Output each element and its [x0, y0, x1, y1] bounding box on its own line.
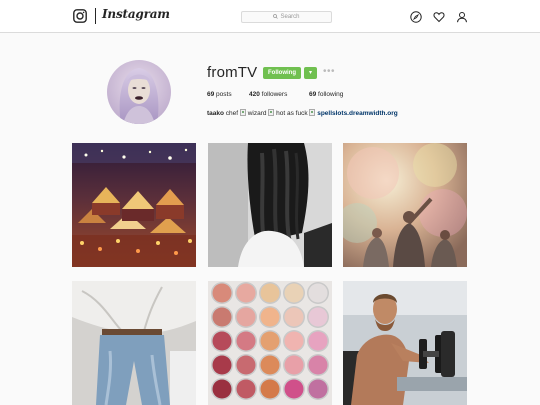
eyeshadow-pan	[260, 379, 280, 399]
following-label: following	[318, 91, 344, 98]
post-thumbnail-color-powder[interactable]	[343, 143, 467, 267]
post-thumbnail-eyeshadow-palette[interactable]	[208, 281, 332, 405]
broken-image-icon	[268, 109, 275, 116]
profile-avatar[interactable]	[107, 60, 171, 124]
instagram-camera-icon[interactable]	[73, 9, 87, 23]
eyeshadow-pan	[260, 307, 280, 327]
eyeshadow-pan	[284, 307, 304, 327]
logo-divider	[95, 8, 96, 24]
eyeshadow-pan	[212, 307, 232, 327]
eyeshadow-pan	[236, 355, 256, 375]
instagram-wordmark[interactable]: Instagram	[102, 7, 170, 21]
top-nav-bar: Instagram Search	[0, 0, 540, 33]
followers-label: followers	[261, 91, 288, 98]
chevron-down-icon: ▾	[308, 70, 312, 76]
posts-count-stat: 69 posts	[207, 91, 232, 98]
eyeshadow-pan	[260, 331, 280, 351]
eyeshadow-pan	[236, 307, 256, 327]
eyeshadow-pan	[212, 283, 232, 303]
eyeshadow-pan	[260, 283, 280, 303]
eyeshadow-pan	[212, 331, 232, 351]
profile-icon[interactable]	[456, 11, 468, 23]
followers-count: 420	[249, 91, 260, 98]
post-thumbnail-denim-fashion[interactable]	[72, 281, 196, 405]
following-button[interactable]: Following	[263, 67, 301, 79]
search-icon	[273, 14, 279, 19]
suggestions-dropdown-button[interactable]: ▾	[304, 67, 317, 79]
broken-image-icon	[239, 109, 246, 116]
eyeshadow-pan	[236, 331, 256, 351]
eyeshadow-pan	[284, 355, 304, 375]
post-thumbnail-night-market[interactable]	[72, 143, 196, 267]
broken-image-icon	[309, 109, 316, 116]
followers-stat[interactable]: 420 followers	[249, 91, 287, 98]
eyeshadow-pan	[236, 379, 256, 399]
post-thumbnail-dreadlocks[interactable]	[208, 143, 332, 267]
posts-count: 69	[207, 91, 215, 98]
bio-full-name: taako	[207, 110, 224, 117]
profile-bio: taako chef wizard hot as fuck spellslots…	[207, 109, 398, 117]
post-thumbnail-dumbbell-workout[interactable]	[343, 281, 467, 405]
following-count: 69	[309, 91, 317, 98]
eyeshadow-pan	[308, 307, 328, 327]
eyeshadow-pan	[212, 379, 232, 399]
eyeshadow-pan	[308, 379, 328, 399]
bio-website-link[interactable]: spellslots.dreamwidth.org	[317, 110, 398, 117]
search-placeholder: Search	[280, 14, 300, 20]
bio-text-chef: chef	[225, 110, 239, 117]
eyeshadow-pan	[308, 283, 328, 303]
eyeshadow-pan	[284, 379, 304, 399]
eyeshadow-pan	[308, 355, 328, 375]
eyeshadow-pan	[284, 283, 304, 303]
eyeshadow-pan	[212, 355, 232, 375]
heart-icon[interactable]	[433, 11, 445, 23]
following-stat[interactable]: 69 following	[309, 91, 343, 98]
posts-label: posts	[216, 91, 232, 98]
bio-text-wizard: wizard	[247, 110, 267, 117]
more-options-icon[interactable]: •••	[323, 66, 335, 77]
compass-icon[interactable]	[410, 11, 422, 23]
eyeshadow-pan	[236, 283, 256, 303]
eyeshadow-pan	[284, 331, 304, 351]
eyeshadow-pan	[308, 331, 328, 351]
bio-text-hot: hot as fuck	[276, 110, 308, 117]
profile-username: fromTV	[207, 64, 258, 81]
search-input[interactable]: Search	[241, 11, 332, 23]
eyeshadow-pan	[260, 355, 280, 375]
